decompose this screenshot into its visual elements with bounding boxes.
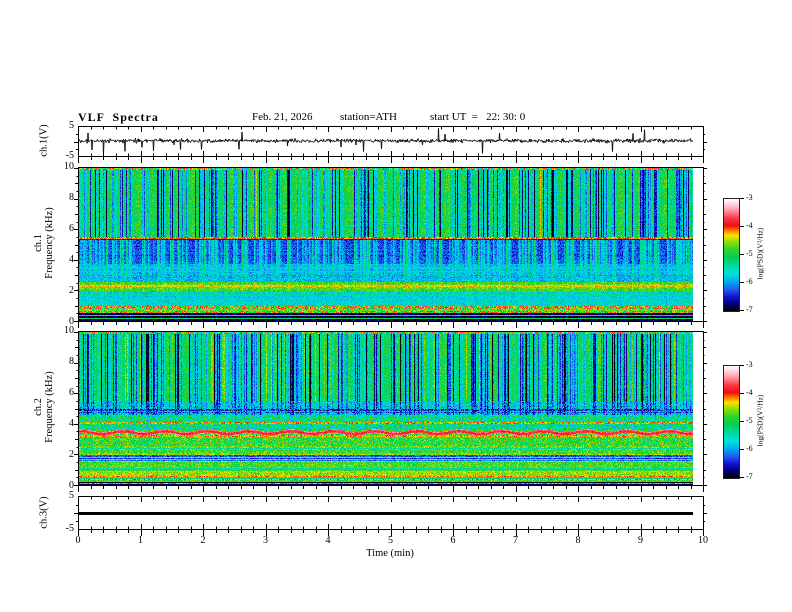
ch1-waveform-panel bbox=[72, 126, 709, 165]
spec1-ytick-6: 6 bbox=[69, 223, 74, 234]
spec2-ytick-4: 4 bbox=[69, 418, 74, 429]
date-label: Feb. 21, 2026 bbox=[252, 111, 313, 123]
page-title: VLF Spectra bbox=[78, 110, 159, 124]
spec2-ytick-10: 10 bbox=[64, 325, 74, 336]
time-axis-title: Time (min) bbox=[366, 548, 414, 559]
x-tick-9: 9 bbox=[638, 535, 643, 546]
ch3-waveform-panel bbox=[72, 496, 709, 538]
cb2-tickmark--6 bbox=[740, 449, 744, 450]
cb1-ticklabel--3: -3 bbox=[746, 193, 753, 202]
cb2-tickmark--4 bbox=[740, 393, 744, 394]
spec2-ytick-2: 2 bbox=[69, 449, 74, 460]
cb2-ticklabel--5: -5 bbox=[746, 416, 753, 425]
vlf-spectra-figure: VLF Spectra Feb. 21, 2026 station=ATH st… bbox=[0, 0, 792, 612]
x-tick-4: 4 bbox=[325, 535, 331, 546]
cb1-tickmark--5 bbox=[740, 254, 744, 255]
wave3-ytick-neg5: -5 bbox=[65, 523, 74, 534]
spec1-ytick-10: 10 bbox=[64, 161, 74, 172]
x-tick-5: 5 bbox=[388, 535, 393, 546]
ch3-volts-axis-title: ch.3(V) bbox=[39, 413, 50, 612]
ch1-colorbar bbox=[723, 198, 740, 312]
wave3-ytick-5: 5 bbox=[69, 490, 74, 501]
spec2-ytick-6: 6 bbox=[69, 387, 74, 398]
spec1-ytick-2: 2 bbox=[69, 285, 74, 296]
cb2-ticklabel--3: -3 bbox=[746, 360, 753, 369]
cb2-tickmark--5 bbox=[740, 421, 744, 422]
cb1-tickmark--7 bbox=[740, 310, 744, 311]
ch1-colorbar-axis-title: log(PSD)(V²/Hz) bbox=[755, 227, 765, 280]
x-tick-10: 10 bbox=[698, 535, 708, 546]
cb2-ticklabel--4: -4 bbox=[746, 388, 753, 397]
ch1-spectrogram-panel bbox=[72, 167, 709, 330]
cb1-tickmark--6 bbox=[740, 282, 744, 283]
x-tick-2: 2 bbox=[200, 535, 206, 546]
wave1-ytick-5: 5 bbox=[69, 120, 74, 131]
station-label: station=ATH bbox=[340, 111, 397, 123]
cb2-tickmark--3 bbox=[740, 365, 744, 366]
ch2-colorbar bbox=[723, 365, 740, 479]
cb2-ticklabel--7: -7 bbox=[746, 472, 753, 481]
start-ut-label: start UT = 22: 30: 0 bbox=[430, 111, 526, 123]
spec1-ytick-8: 8 bbox=[69, 192, 74, 203]
x-tick-7: 7 bbox=[513, 535, 518, 546]
x-tick-0: 0 bbox=[75, 535, 81, 546]
spec2-ytick-0: 0 bbox=[69, 480, 74, 491]
ch1-frequency-units-text: Frequency (kHz) bbox=[44, 207, 55, 279]
ch1-label-text: ch.1 bbox=[33, 234, 44, 252]
cb2-ticklabel--6: -6 bbox=[746, 444, 753, 453]
spec1-ytick-4: 4 bbox=[69, 254, 74, 265]
ch2-spectrogram-panel bbox=[72, 331, 709, 494]
x-tick-6: 6 bbox=[450, 535, 456, 546]
spec2-ytick-8: 8 bbox=[69, 356, 74, 367]
x-tick-3: 3 bbox=[263, 535, 268, 546]
cb1-tickmark--3 bbox=[740, 198, 744, 199]
cb1-ticklabel--4: -4 bbox=[746, 221, 753, 230]
cb2-tickmark--7 bbox=[740, 477, 744, 478]
x-tick-1: 1 bbox=[138, 535, 143, 546]
cb1-ticklabel--6: -6 bbox=[746, 277, 753, 286]
wave1-ytick-neg5: -5 bbox=[65, 150, 74, 161]
x-tick-8: 8 bbox=[575, 535, 581, 546]
cb1-tickmark--4 bbox=[740, 226, 744, 227]
ch2-colorbar-axis-title: log(PSD)(V²/Hz) bbox=[755, 394, 765, 447]
cb1-ticklabel--7: -7 bbox=[746, 305, 753, 314]
cb1-ticklabel--5: -5 bbox=[746, 249, 753, 258]
